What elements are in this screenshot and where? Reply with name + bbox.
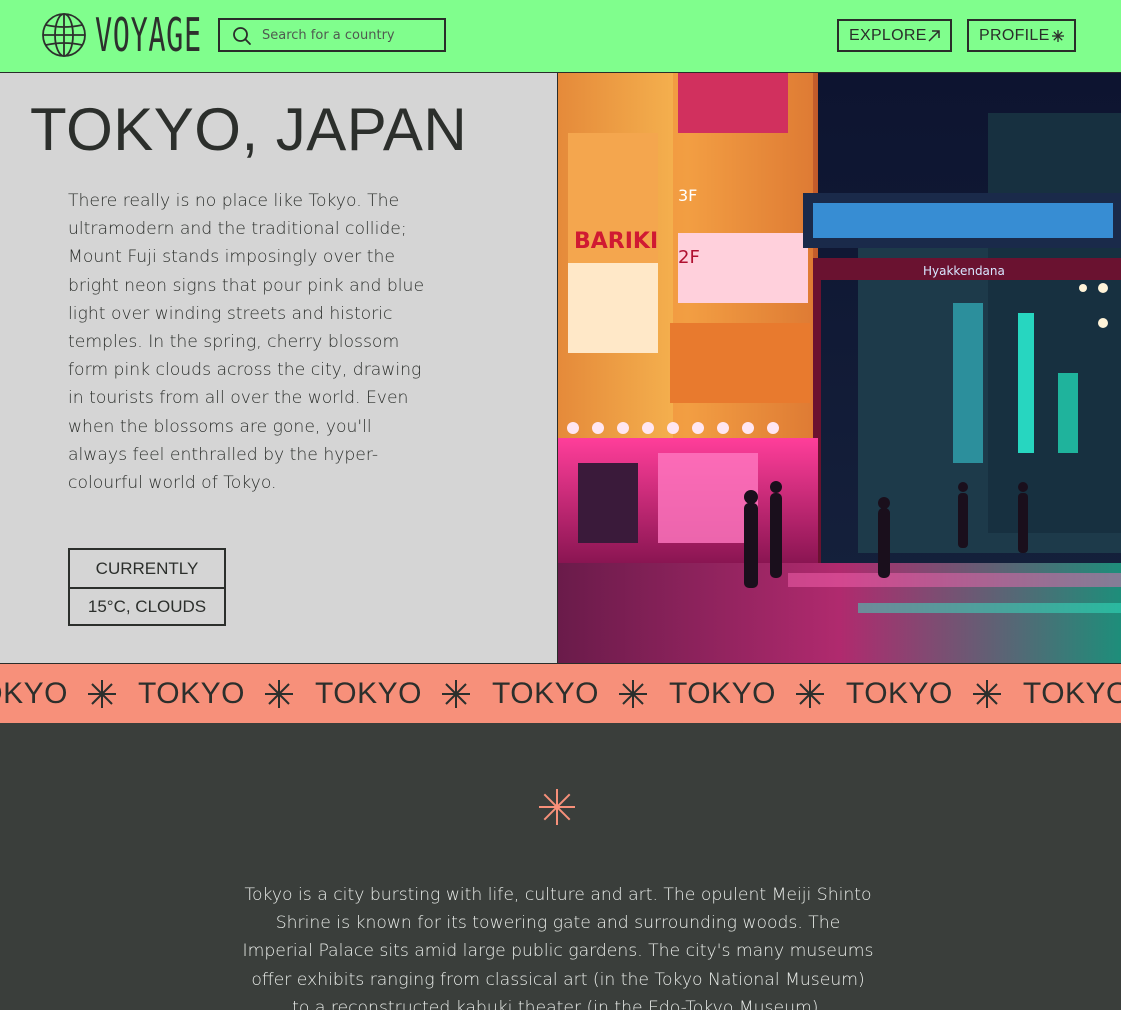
explore-button-label: EXPLORE: [849, 26, 927, 44]
page-title: TOKYO, JAPAN: [30, 96, 468, 163]
search-icon[interactable]: [232, 26, 252, 46]
search-box[interactable]: [218, 18, 446, 52]
svg-text:2F: 2F: [678, 247, 700, 268]
weather-value: 15°C, CLOUDS: [70, 587, 224, 624]
marquee-word: TOKYO: [314, 677, 422, 710]
city-details-text: Tokyo is a city bursting with life, cult…: [242, 885, 874, 1010]
marquee-item: TOKYO: [471, 677, 648, 711]
marquee-word: TOKYO: [0, 677, 68, 710]
weather-label: CURRENTLY: [95, 558, 199, 578]
asterisk-icon: [972, 680, 1001, 708]
marquee-item: TOKYO: [0, 677, 117, 711]
asterisk-icon: [1052, 30, 1064, 42]
marquee-word: TOKYO: [491, 677, 599, 710]
asterisk-icon: [87, 680, 116, 708]
explore-button[interactable]: EXPLORE: [837, 19, 952, 52]
marquee-word: TOKYO: [137, 677, 245, 710]
marquee-item: TOKYO: [117, 677, 294, 711]
asterisk-icon: [618, 680, 647, 708]
city-marquee-banner: TOKYO TOKYO TOKYO TOKYO TOKYO TOKYO TOKYO: [0, 663, 1121, 723]
marquee-item: TOKYO: [648, 677, 825, 711]
asterisk-icon: [441, 680, 470, 708]
svg-text:BARIKI: BARIKI: [574, 229, 658, 254]
profile-button[interactable]: PROFILE: [967, 19, 1076, 52]
marquee-item: TOKYO: [294, 677, 471, 711]
city-intro-text: There really is no place like Tokyo. The…: [68, 191, 425, 494]
marquee-word: TOKYO: [668, 677, 776, 710]
svg-text:3F: 3F: [678, 186, 697, 205]
asterisk-icon: [539, 789, 575, 825]
marquee-item: TOKYO: [1002, 677, 1121, 711]
top-nav-bar: VOYAGE EXPLORE PROFILE: [0, 0, 1121, 73]
marquee-item: TOKYO: [825, 677, 1002, 711]
asterisk-icon: [264, 680, 293, 708]
asterisk-icon: [795, 680, 824, 708]
marquee-word: TOKYO: [1022, 677, 1121, 710]
svg-text:Hyakkendana: Hyakkendana: [923, 264, 1005, 278]
weather-widget: CURRENTLY 15°C, CLOUDS: [68, 548, 226, 626]
globe-icon[interactable]: [41, 12, 87, 58]
city-info-panel: TOKYO, JAPAN There really is no place li…: [0, 73, 557, 663]
search-input[interactable]: [262, 24, 440, 46]
neon-street-illustration: BARIKI 2F 3F Hyakkendana: [558, 73, 1121, 663]
arrow-up-right-icon: [928, 30, 940, 42]
city-hero-image: BARIKI 2F 3F Hyakkendana: [557, 73, 1121, 663]
profile-button-label: PROFILE: [979, 26, 1050, 44]
brand-logo-text[interactable]: VOYAGE: [95, 8, 202, 62]
marquee-track: TOKYO TOKYO TOKYO TOKYO TOKYO TOKYO TOKYO: [0, 664, 1121, 723]
city-details-section: Tokyo is a city bursting with life, cult…: [0, 723, 1121, 1010]
marquee-word: TOKYO: [845, 677, 953, 710]
